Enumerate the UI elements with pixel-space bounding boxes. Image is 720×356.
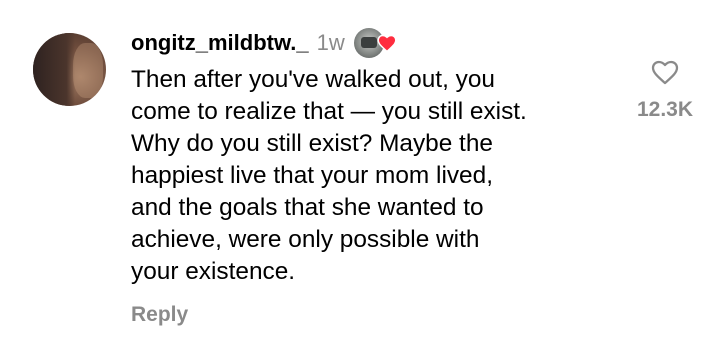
heart-filled-icon: [377, 34, 397, 53]
reply-button[interactable]: Reply: [131, 303, 188, 327]
comment-text-line: your existence.: [131, 258, 296, 285]
avatar[interactable]: [33, 33, 106, 106]
comment-text-line: Why do you still exist? Maybe the: [131, 130, 493, 157]
comment-text: Then after you've walked out, you come t…: [131, 64, 621, 288]
comment-text-line: happiest live that your mom lived,: [131, 162, 493, 189]
comment-text-line: come to realize that — you still exist.: [131, 98, 527, 125]
heart-outline-icon[interactable]: [648, 56, 682, 88]
like-control: 12.3K: [630, 56, 700, 122]
username[interactable]: ongitz_mildbtw._: [131, 30, 309, 56]
like-count: 12.3K: [636, 98, 694, 121]
avatar-highlight: [73, 43, 103, 98]
comment-item: ongitz_mildbtw._ 1w Then after you've wa…: [0, 0, 720, 356]
comment-header: ongitz_mildbtw._ 1w: [131, 27, 398, 59]
timestamp: 1w: [316, 30, 345, 55]
comment-text-line: achieve, were only possible with: [131, 226, 480, 253]
avatar-shade: [33, 33, 75, 106]
creator-liked-badge: [353, 28, 398, 58]
comment-text-line: and the goals that she wanted to: [131, 194, 484, 221]
comment-text-line: Then after you've walked out, you: [131, 66, 495, 93]
